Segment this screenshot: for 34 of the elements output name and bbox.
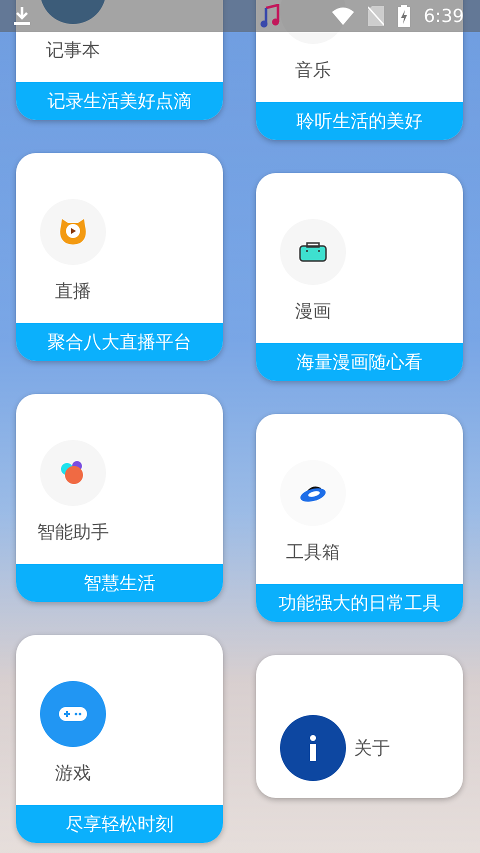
card-title: 记事本 (46, 39, 100, 62)
card-title: 直播 (55, 280, 91, 303)
app-card[interactable]: 记事本 记录生活美好点滴 (16, 0, 223, 120)
no-sim-icon (368, 6, 384, 26)
card-footer: 聆听生活的美好 (256, 102, 463, 140)
info-icon (309, 735, 317, 761)
about-card[interactable]: 关于 (256, 655, 463, 798)
ufo-icon (299, 484, 327, 502)
card-title: 游戏 (55, 762, 91, 785)
card-title: 关于 (354, 737, 390, 760)
app-card[interactable]: 游戏 尽享轻松时刻 (16, 635, 223, 843)
tv-icon (299, 242, 327, 262)
card-title: 漫画 (295, 300, 331, 323)
card-title: 工具箱 (286, 541, 340, 564)
card-footer: 记录生活美好点滴 (16, 82, 223, 120)
gamepad-icon (59, 707, 87, 721)
card-footer: 智慧生活 (16, 564, 223, 602)
bubbles-icon (60, 460, 86, 486)
download-icon (14, 7, 30, 25)
app-card[interactable]: 智能助手 智慧生活 (16, 394, 223, 602)
cat-play-icon (58, 218, 88, 246)
card-footer: 聚合八大直播平台 (16, 323, 223, 361)
card-title: 音乐 (295, 59, 331, 82)
card-footer: 功能强大的日常工具 (256, 584, 463, 622)
card-footer: 尽享轻松时刻 (16, 805, 223, 843)
battery-charging-icon (398, 5, 410, 27)
app-card[interactable]: 工具箱 功能强大的日常工具 (256, 414, 463, 622)
app-card[interactable]: 直播 聚合八大直播平台 (16, 153, 223, 361)
card-footer: 海量漫画随心看 (256, 343, 463, 381)
app-card[interactable]: 漫画 海量漫画随心看 (256, 173, 463, 381)
status-time: 6:39 (424, 6, 464, 26)
music-note-icon (260, 4, 280, 28)
wifi-icon (332, 7, 354, 25)
card-title: 智能助手 (37, 521, 109, 544)
